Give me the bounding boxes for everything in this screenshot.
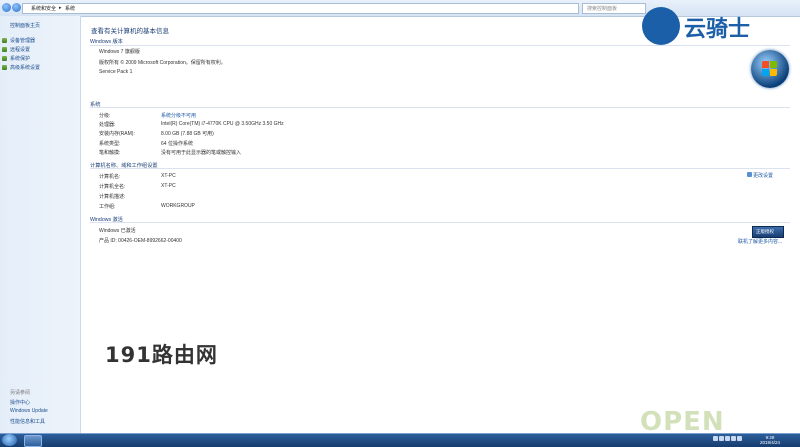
service-pack: Service Pack 1	[99, 69, 133, 75]
edition-copyright: 版权所有 © 2009 Microsoft Corporation。保留所有权利…	[99, 60, 226, 66]
divider	[90, 222, 790, 223]
ram-label: 安装内存(RAM):	[99, 131, 135, 137]
clock[interactable]: 9:28 2019/4/24	[760, 435, 780, 445]
rating-value-link[interactable]: 系统分级不可用	[161, 112, 196, 119]
shield-icon	[2, 56, 7, 61]
tray-app-icon[interactable]	[731, 436, 736, 441]
divider	[90, 107, 790, 108]
pen-touch-value: 没有可用于此显示器的笔或触控输入	[161, 150, 242, 156]
shield-icon	[747, 172, 752, 177]
windows-logo-icon	[751, 50, 789, 88]
sidebar-link-action-center[interactable]: 操作中心	[10, 399, 30, 406]
edition-name: Windows 7 旗舰版	[99, 49, 140, 55]
system-tray	[713, 436, 749, 444]
product-id: 产品 ID: 00426-OEM-8992662-00400	[99, 238, 182, 244]
ram-value: 8.00 GB (7.88 GB 可用)	[161, 131, 214, 137]
sidebar-link-windows-update[interactable]: Windows Update	[10, 408, 48, 414]
sidebar-item-protection[interactable]: 系统保护	[10, 55, 30, 62]
sidebar-item-remote[interactable]: 远程设置	[10, 46, 30, 53]
main-panel: 查看有关计算机的基本信息 Windows 版本 Windows 7 旗舰版 版权…	[81, 16, 800, 433]
knight-logo-icon	[642, 7, 680, 45]
search-placeholder: 搜索控制面板	[587, 6, 618, 12]
system-type-label: 系统类型:	[99, 141, 121, 147]
workgroup-label: 工作组:	[99, 204, 116, 210]
change-settings-link[interactable]: 更改设置	[753, 172, 773, 179]
watermark-191: 191路由网	[105, 343, 218, 367]
section-edition-heading: Windows 版本	[90, 39, 123, 45]
pen-touch-label: 笔和触摸:	[99, 150, 121, 156]
full-name-label: 计算机全名:	[99, 184, 126, 190]
activation-status: Windows 已激活	[99, 228, 136, 234]
back-icon[interactable]	[2, 3, 11, 12]
start-button[interactable]	[2, 434, 17, 446]
sidebar-item-advanced[interactable]: 高级系统设置	[10, 64, 40, 71]
divider	[90, 168, 790, 169]
tray-app-icon[interactable]	[737, 436, 742, 441]
shield-icon	[2, 65, 7, 70]
genuine-badge-text: 正版授权	[756, 229, 774, 234]
see-also-heading: 另请参阅	[10, 390, 31, 396]
page-title: 查看有关计算机的基本信息	[91, 28, 169, 35]
address-field[interactable]: 系统和安全 ▸ 系统	[22, 3, 579, 14]
processor-label: 处理器:	[99, 122, 116, 128]
clock-date: 2019/4/24	[760, 440, 781, 445]
tray-network-icon[interactable]	[719, 436, 724, 441]
genuine-learn-more-link[interactable]: 联机了解更多内容...	[738, 238, 782, 245]
forward-icon[interactable]	[12, 3, 21, 12]
tray-volume-icon[interactable]	[725, 436, 730, 441]
logo-text: 云骑士	[684, 17, 751, 42]
taskbar: 9:28 2019/4/24	[0, 433, 800, 447]
sidebar: 控制面板主页 设备管理器 远程设置 系统保护 高级系统设置 另请参阅 操作中心 …	[0, 16, 81, 433]
processor-value: Intel(R) Core(TM) i7-4770K CPU @ 3.50GHz…	[161, 121, 284, 127]
genuine-badge[interactable]: 正版授权	[752, 226, 784, 238]
tray-flag-icon[interactable]	[713, 436, 718, 441]
system-type-value: 64 位操作系统	[161, 141, 193, 147]
description-label: 计算机描述:	[99, 194, 126, 200]
taskbar-explorer-icon[interactable]	[24, 435, 42, 447]
sidebar-home-link[interactable]: 控制面板主页	[10, 22, 40, 29]
windows-flag-icon	[762, 61, 778, 77]
computer-name-value: XT-PC	[161, 173, 176, 179]
search-input[interactable]: 搜索控制面板	[582, 3, 646, 14]
full-name-value: XT-PC	[161, 183, 176, 189]
breadcrumb-security[interactable]: 系统和安全	[31, 5, 56, 12]
sidebar-link-performance[interactable]: 性能信息和工具	[10, 418, 45, 425]
sidebar-item-device-manager[interactable]: 设备管理器	[10, 37, 35, 44]
yunqishi-logo: 云骑士	[642, 5, 797, 47]
breadcrumb-system[interactable]: 系统	[65, 5, 75, 12]
breadcrumb-separator-icon: ▸	[59, 5, 62, 11]
computer-name-label: 计算机名:	[99, 174, 121, 180]
rating-label: 分级:	[99, 113, 111, 119]
workgroup-value: WORKGROUP	[161, 203, 195, 209]
shield-icon	[2, 38, 7, 43]
shield-icon	[2, 47, 7, 52]
